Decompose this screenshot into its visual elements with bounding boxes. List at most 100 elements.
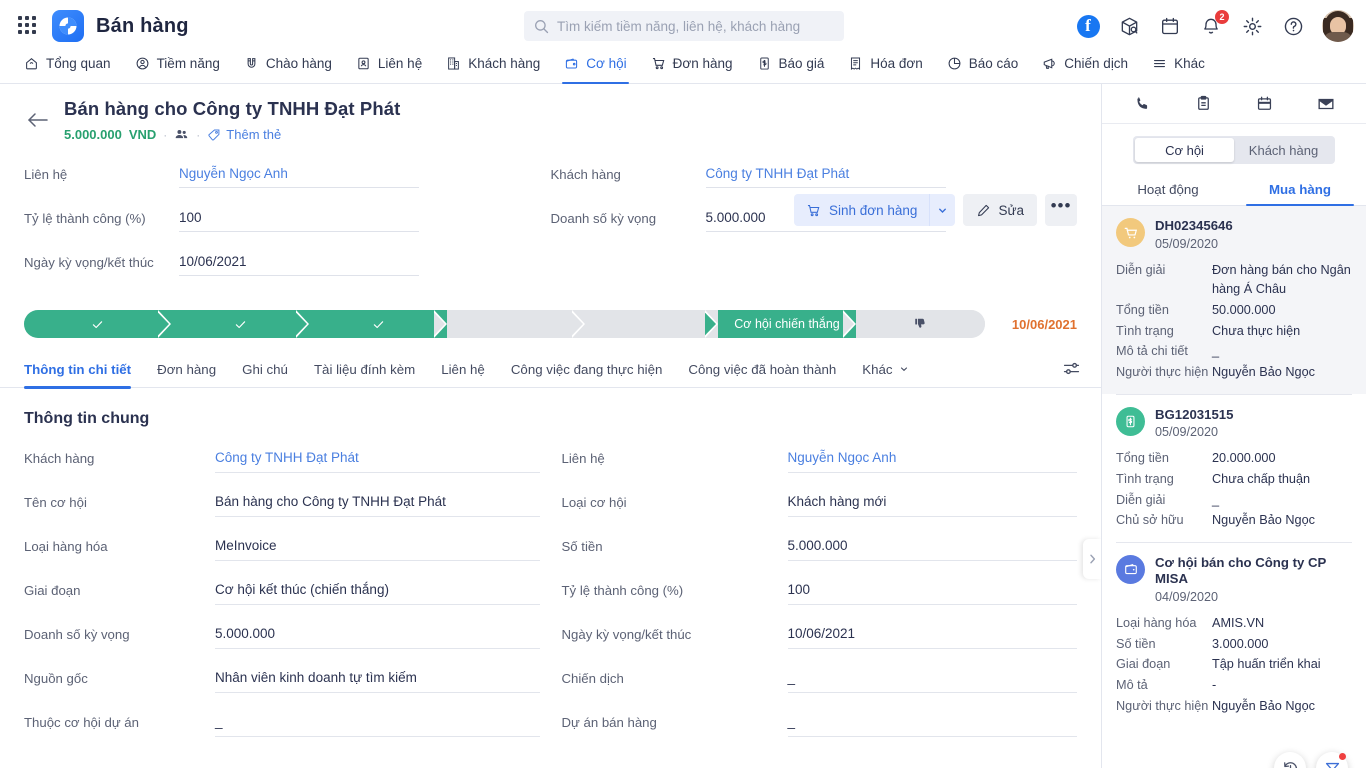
edit-button[interactable]: Sửa xyxy=(963,194,1037,226)
field-value[interactable]: Nhân viên kinh doanh tự tìm kiếm xyxy=(215,668,540,693)
tab-lien-he[interactable]: Liên hệ xyxy=(428,352,498,388)
history-button[interactable] xyxy=(1274,752,1306,768)
field-value[interactable]: MeInvoice xyxy=(215,536,540,561)
panel-tabs: Hoạt động Mua hàng xyxy=(1102,174,1366,206)
panel-tab-hoat-dong[interactable]: Hoạt động xyxy=(1102,174,1234,205)
gear-icon[interactable] xyxy=(1240,14,1264,38)
field-value[interactable]: _ xyxy=(787,712,1077,737)
purchase-card[interactable]: BG12031515 05/09/2020 Tổng tiền 20.000.0… xyxy=(1102,395,1366,542)
add-tag-button[interactable]: Thêm thẻ xyxy=(207,127,281,142)
nav-item-khach-hang[interactable]: Khách hàng xyxy=(434,51,552,83)
nav-item-chien-dich[interactable]: Chiến dịch xyxy=(1030,51,1140,83)
panel-tab-mua-hang[interactable]: Mua hàng xyxy=(1234,174,1366,206)
stage-5[interactable] xyxy=(585,310,718,338)
nav-item-bao-gia[interactable]: Báo giá xyxy=(745,51,837,83)
add-tag-label: Thêm thẻ xyxy=(226,127,282,142)
column-settings-button[interactable] xyxy=(1062,359,1081,383)
card-header: BG12031515 05/09/2020 xyxy=(1116,406,1352,439)
stage-co-hoi-chien-thang[interactable]: Cơ hội chiến thắng xyxy=(718,310,856,338)
quote-doc-icon xyxy=(759,56,769,70)
field-value[interactable]: Công ty TNHH Đạt Phát xyxy=(215,448,540,473)
generate-order-dropdown[interactable] xyxy=(929,194,956,226)
card-row: Người thực hiện Nguyễn Bảo Ngọc xyxy=(1116,363,1352,383)
nav-item-tiem-nang[interactable]: Tiềm năng xyxy=(123,51,232,83)
stage-4[interactable] xyxy=(447,310,585,338)
field-value[interactable]: Khách hàng mới xyxy=(787,492,1077,517)
tab-label: Công việc đã hoàn thành xyxy=(688,362,837,377)
people-icon[interactable] xyxy=(174,127,189,142)
card-row-value: Chưa thực hiện xyxy=(1212,323,1301,338)
mail-icon[interactable] xyxy=(1312,90,1340,118)
nav-item-tong-quan[interactable]: Tổng quan xyxy=(12,51,123,83)
field-label: Giai đoạn xyxy=(24,583,81,598)
field-value[interactable]: 100 xyxy=(179,208,419,232)
phone-icon[interactable] xyxy=(1129,90,1157,118)
tab-cong-viec-da-hoan-thanh[interactable]: Công việc đã hoàn thành xyxy=(675,352,849,388)
help-icon[interactable] xyxy=(1281,14,1305,38)
card-row: Diễn giải _ xyxy=(1116,491,1352,511)
calendar-icon[interactable] xyxy=(1251,90,1279,118)
apps-grid-icon[interactable] xyxy=(18,16,38,36)
nav-item-chao-hang[interactable]: Chào hàng xyxy=(232,51,344,83)
field-value[interactable]: Công ty TNHH Đạt Phát xyxy=(705,164,946,188)
switch-khach-hang[interactable]: Khách hàng xyxy=(1234,138,1333,162)
stage-lost[interactable] xyxy=(856,310,985,338)
field-value[interactable]: Bán hàng cho Công ty TNHH Đạt Phát xyxy=(215,492,540,517)
field-value[interactable]: 5.000.000 xyxy=(215,624,540,649)
back-arrow-icon[interactable] xyxy=(24,106,52,134)
stage-3[interactable] xyxy=(309,310,447,338)
nav-item-khac[interactable]: Khác xyxy=(1140,51,1217,83)
stage-1[interactable] xyxy=(24,310,171,338)
nav-item-co-hoi[interactable]: Cơ hội xyxy=(552,51,638,84)
calendar-icon[interactable] xyxy=(1158,14,1182,38)
tab-khac[interactable]: Khác xyxy=(849,352,921,388)
panel-tab-label: Hoạt động xyxy=(1137,182,1199,197)
field-value[interactable]: 10/06/2021 xyxy=(179,252,419,276)
nav-item-hoa-don[interactable]: Hóa đơn xyxy=(836,51,934,83)
facebook-icon[interactable]: f xyxy=(1076,14,1100,38)
stage-2[interactable] xyxy=(171,310,309,338)
nav-label: Báo giá xyxy=(778,55,825,71)
tab-don-hang[interactable]: Đơn hàng xyxy=(144,352,229,388)
detail-fields-grid: Khách hàng Công ty TNHH Đạt Phát Liên hệ… xyxy=(24,448,1077,756)
avatar[interactable] xyxy=(1322,10,1354,42)
field-value[interactable]: Nguyễn Ngọc Anh xyxy=(787,448,1077,473)
field-value[interactable]: _ xyxy=(215,712,540,737)
field-value[interactable]: Nguyễn Ngọc Anh xyxy=(179,164,419,188)
magnet-icon xyxy=(247,57,256,68)
tab-ghi-chu[interactable]: Ghi chú xyxy=(229,352,301,388)
field-value[interactable]: Cơ hội kết thúc (chiến thắng) xyxy=(215,580,540,605)
field-ngay-ky-vong: Ngày kỳ vọng/kết thúc 10/06/2021 xyxy=(24,252,551,296)
bell-icon[interactable]: 2 xyxy=(1199,10,1229,38)
card-row: Tổng tiền 20.000.000 xyxy=(1116,449,1352,469)
tab-tai-lieu-dinh-kem[interactable]: Tài liệu đính kèm xyxy=(301,352,428,388)
nav-item-don-hang[interactable]: Đơn hàng xyxy=(639,51,745,83)
switch-co-hoi[interactable]: Cơ hội xyxy=(1135,138,1234,162)
lead-person-icon xyxy=(136,57,148,69)
separator-dot: · xyxy=(163,127,168,142)
panel-collapse-handle[interactable] xyxy=(1083,539,1101,579)
tab-label: Liên hệ xyxy=(441,362,485,377)
package-search-icon[interactable] xyxy=(1117,14,1141,38)
nav-item-lien-he[interactable]: Liên hệ xyxy=(344,51,434,83)
generate-order-button[interactable]: Sinh đơn hàng xyxy=(794,194,930,226)
panel-tab-label: Mua hàng xyxy=(1268,182,1332,197)
nav-item-bao-cao[interactable]: Báo cáo xyxy=(935,51,1031,83)
filter-icon xyxy=(1325,762,1339,768)
field-value[interactable]: 100 xyxy=(787,580,1077,605)
misa-logo-icon[interactable] xyxy=(52,10,84,42)
tab-cong-viec-dang-thuc-hien[interactable]: Công việc đang thực hiện xyxy=(498,352,676,388)
filter-button[interactable] xyxy=(1316,752,1348,768)
global-search[interactable] xyxy=(524,11,844,41)
purchase-card[interactable]: Cơ hội bán cho Công ty CP MISA 04/09/202… xyxy=(1102,543,1366,727)
more-actions-button[interactable]: ••• xyxy=(1045,194,1077,226)
clipboard-icon[interactable] xyxy=(1190,90,1218,118)
chevron-down-icon xyxy=(939,208,947,213)
tab-thong-tin-chi-tiet[interactable]: Thông tin chi tiết xyxy=(24,352,144,389)
detail-field-ngay-ky-vong: Ngày kỳ vọng/kết thúc 10/06/2021 xyxy=(562,624,1077,668)
search-input[interactable] xyxy=(557,18,834,34)
purchase-card[interactable]: DH02345646 05/09/2020 Diễn giải Đơn hàng… xyxy=(1102,206,1366,394)
field-value[interactable]: 10/06/2021 xyxy=(787,624,1077,649)
field-value[interactable]: _ xyxy=(787,668,1077,693)
field-value[interactable]: 5.000.000 xyxy=(787,536,1077,561)
